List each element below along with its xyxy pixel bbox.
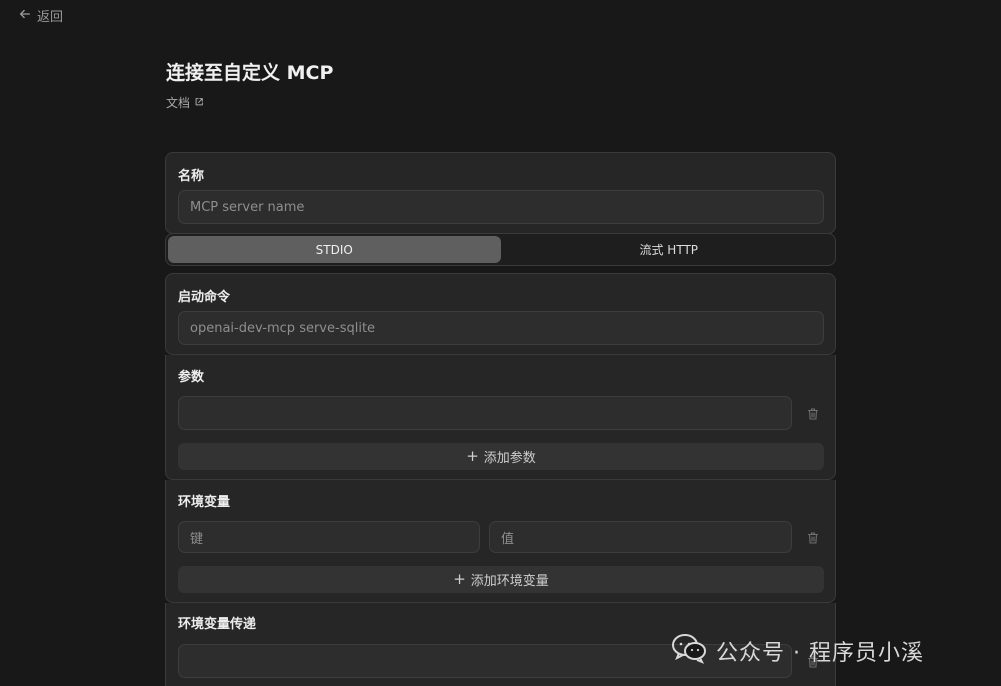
watermark: 公众号 · 程序员小溪	[670, 632, 924, 670]
transport-tabs: STDIO 流式 HTTP	[165, 233, 836, 266]
server-name-placeholder: MCP server name	[190, 199, 305, 215]
env-value-input[interactable]: 值	[489, 521, 792, 553]
watermark-text: 公众号 · 程序员小溪	[716, 641, 924, 666]
env-key-input[interactable]: 键	[178, 521, 480, 553]
add-arg-label: 添加参数	[483, 451, 536, 466]
back-button[interactable]: 返回	[18, 6, 63, 25]
env-card: 环境变量 键 值 + 添加环境变量	[165, 480, 836, 603]
command-card: 启动命令 openai-dev-mcp serve-sqlite	[165, 273, 836, 355]
args-label: 参数	[178, 370, 205, 385]
arg-input[interactable]	[178, 396, 792, 430]
add-env-button[interactable]: + 添加环境变量	[178, 566, 824, 593]
name-label: 名称	[178, 169, 205, 184]
trash-icon[interactable]	[806, 406, 820, 420]
server-name-input[interactable]: MCP server name	[178, 190, 824, 224]
env-label: 环境变量	[178, 495, 231, 510]
external-link-icon	[194, 96, 204, 110]
page: 返回 连接至自定义 MCP 文档 名称 MCP server name STDI…	[0, 0, 1001, 686]
docs-link-label: 文档	[166, 96, 191, 110]
passthrough-label: 环境变量传递	[178, 617, 257, 632]
add-env-label: 添加环境变量	[470, 574, 549, 589]
command-label: 启动命令	[178, 290, 231, 305]
command-placeholder: openai-dev-mcp serve-sqlite	[190, 320, 376, 336]
wechat-icon	[670, 632, 708, 670]
env-value-placeholder: 值	[501, 531, 515, 547]
command-input[interactable]: openai-dev-mcp serve-sqlite	[178, 311, 824, 345]
name-card: 名称 MCP server name	[165, 152, 836, 234]
trash-icon[interactable]	[806, 530, 820, 544]
args-card: 参数 + 添加参数	[165, 355, 836, 480]
plus-icon: +	[453, 570, 466, 588]
tab-streamable-http[interactable]: 流式 HTTP	[503, 234, 836, 265]
arrow-left-icon	[18, 7, 32, 25]
env-key-placeholder: 键	[190, 531, 204, 547]
plus-icon: +	[466, 447, 479, 465]
docs-link[interactable]: 文档	[166, 94, 204, 111]
back-label: 返回	[37, 10, 64, 25]
page-title: 连接至自定义 MCP	[166, 62, 334, 84]
add-arg-button[interactable]: + 添加参数	[178, 443, 824, 470]
tab-stdio[interactable]: STDIO	[168, 236, 501, 263]
